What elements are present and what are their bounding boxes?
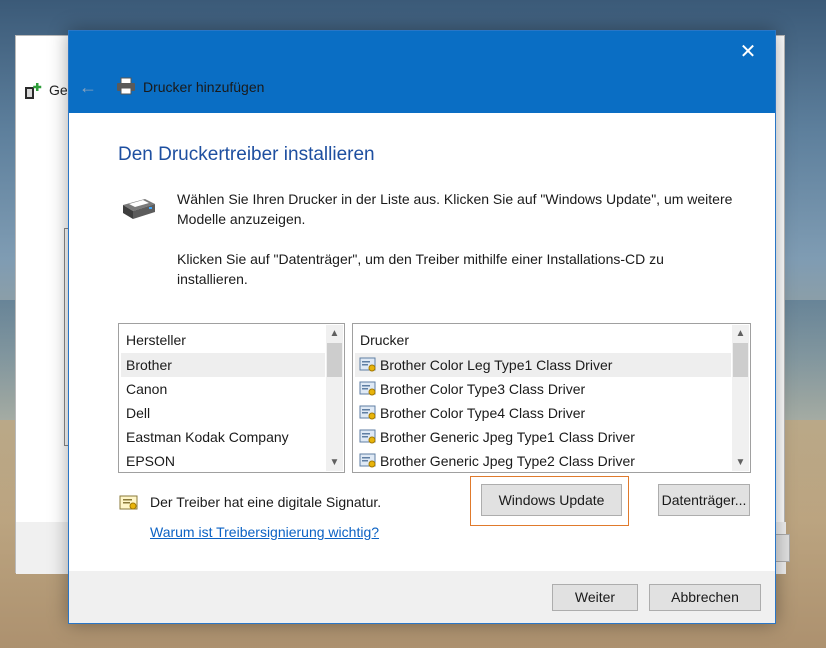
printer-driver-item[interactable]: Brother Color Type4 Class Driver: [355, 401, 731, 425]
printer-scrollbar[interactable]: ▲ ▼: [732, 325, 749, 471]
manufacturer-item[interactable]: Brother: [121, 353, 325, 377]
printer-driver-label: Brother Color Type3 Class Driver: [380, 381, 586, 397]
back-arrow-icon[interactable]: ←: [79, 78, 99, 96]
dialog-title: Drucker hinzufügen: [143, 79, 265, 95]
scroll-thumb[interactable]: [327, 343, 342, 377]
next-button[interactable]: Weiter: [552, 584, 638, 611]
page-heading: Den Druckertreiber installieren: [118, 144, 375, 165]
printer-driver-items: Brother Color Leg Type1 Class Driver Brot…: [355, 353, 731, 472]
certificate-icon: [119, 495, 138, 510]
printer-driver-label: Brother Generic Jpeg Type2 Class Driver: [380, 453, 635, 469]
add-printer-dialog: ✕ ← Drucker hinzufügen Den Druckertreibe…: [68, 30, 776, 624]
scroll-down-icon[interactable]: ▼: [732, 454, 749, 471]
signed-driver-icon: [359, 381, 376, 396]
printer-driver-item[interactable]: Brother Color Type3 Class Driver: [355, 377, 731, 401]
manufacturer-item-label: Eastman Kodak Company: [126, 429, 289, 445]
printer-driver-item[interactable]: Brother Generic Jpeg Type2 Class Driver: [355, 449, 731, 472]
cancel-button[interactable]: Abbrechen: [649, 584, 761, 611]
manufacturer-item[interactable]: Canon: [121, 377, 325, 401]
manufacturer-list[interactable]: Hersteller Brother Canon Dell Eastman Kodak…: [118, 323, 345, 473]
scroll-thumb[interactable]: [733, 343, 748, 377]
windows-update-button[interactable]: Windows Update: [481, 484, 622, 516]
instruction-text-1: Wählen Sie Ihren Drucker in der Liste au…: [177, 191, 733, 227]
printer-icon: [117, 77, 135, 95]
manufacturer-item-label: EPSON: [126, 453, 176, 469]
have-disk-button[interactable]: Datenträger...: [658, 484, 750, 516]
background-window-title: Ge: [49, 82, 68, 98]
close-icon[interactable]: ✕: [735, 39, 761, 65]
manufacturer-scrollbar[interactable]: ▲ ▼: [326, 325, 343, 471]
printer-driver-label: Brother Color Type4 Class Driver: [380, 405, 586, 421]
signed-driver-icon: [359, 453, 376, 468]
devices-add-icon: [25, 83, 42, 99]
manufacturer-item-label: Brother: [126, 357, 172, 373]
manufacturer-item[interactable]: EPSON: [121, 449, 325, 472]
signed-driver-icon: [359, 357, 376, 372]
printer-driver-item[interactable]: Brother Color Leg Type1 Class Driver: [355, 353, 731, 377]
printer-driver-label: Brother Generic Jpeg Type1 Class Driver: [380, 429, 635, 445]
printer-driver-list[interactable]: Drucker Brother Color Leg Type1 Class Dr…: [352, 323, 751, 473]
signature-status: Der Treiber hat eine digitale Signatur.: [150, 494, 382, 510]
scroll-down-icon[interactable]: ▼: [326, 454, 343, 471]
manufacturer-item[interactable]: Eastman Kodak Company: [121, 425, 325, 449]
signed-driver-icon: [359, 429, 376, 444]
manufacturer-item-label: Canon: [126, 381, 168, 397]
signature-info-link[interactable]: Warum ist Treibersignierung wichtig?: [150, 524, 379, 540]
printer-driver-label: Brother Color Leg Type1 Class Driver: [380, 357, 613, 373]
manufacturer-items: Brother Canon Dell Eastman Kodak Company EPS…: [121, 353, 325, 472]
manufacturer-item-label: Dell: [126, 405, 151, 421]
signed-driver-icon: [359, 405, 376, 420]
scroll-up-icon[interactable]: ▲: [732, 325, 749, 342]
manufacturer-item[interactable]: Dell: [121, 401, 325, 425]
printer-large-icon: [123, 199, 155, 219]
instruction-text-2: Klicken Sie auf "Datenträger", um den Tr…: [177, 251, 664, 287]
printer-driver-item[interactable]: Brother Generic Jpeg Type1 Class Driver: [355, 425, 731, 449]
manufacturer-list-header: Hersteller: [126, 332, 186, 348]
title-bar: ✕: [69, 31, 775, 113]
scroll-up-icon[interactable]: ▲: [326, 325, 343, 342]
printer-list-header: Drucker: [360, 332, 410, 348]
